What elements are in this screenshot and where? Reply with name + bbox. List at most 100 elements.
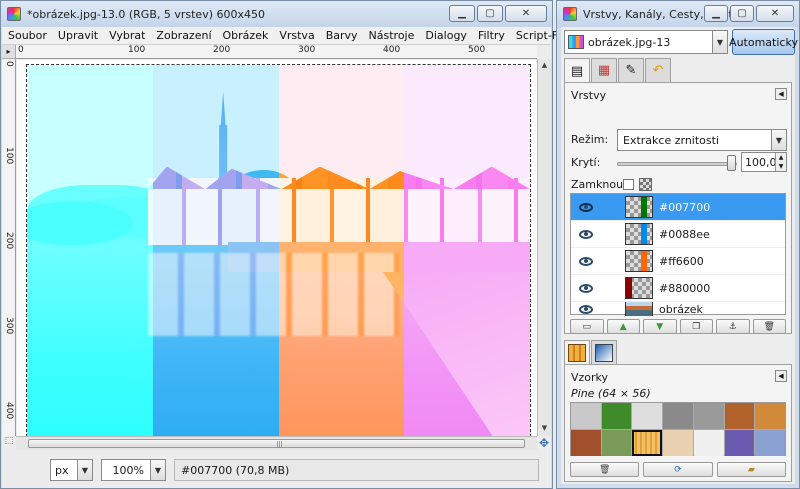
tab-layers[interactable]: ▤ (564, 58, 590, 83)
delete-layer-button[interactable]: 🗑 (752, 319, 786, 334)
spin-arrows-icon[interactable]: ▲ ▼ (775, 153, 786, 171)
image-canvas[interactable] (17, 60, 537, 442)
navigate-icon[interactable]: ✥ (538, 436, 550, 450)
maximize-button[interactable]: ▢ (477, 5, 503, 22)
horizontal-scrollbar[interactable]: ||| (16, 436, 537, 450)
menu-filtry[interactable]: Filtry (478, 29, 505, 42)
menu-obrazek[interactable]: Obrázek (223, 29, 269, 42)
chain-slot[interactable] (603, 224, 625, 244)
layer-row[interactable]: #880000 (571, 275, 785, 302)
chain-slot[interactable] (603, 197, 625, 217)
opacity-slider-handle[interactable] (727, 155, 736, 171)
tab-gradients[interactable] (591, 340, 617, 364)
minimize-button[interactable]: ▁ (449, 5, 475, 22)
pattern-swatch[interactable] (755, 403, 785, 429)
horizontal-scroll-thumb[interactable]: ||| (28, 439, 525, 448)
pattern-swatch[interactable] (601, 430, 632, 456)
menu-barvy[interactable]: Barvy (326, 29, 358, 42)
chain-slot[interactable] (603, 278, 625, 298)
pattern-swatch[interactable] (571, 430, 601, 456)
auto-button[interactable]: Automaticky (729, 29, 798, 55)
layer-row[interactable]: #ff6600 (571, 248, 785, 275)
zoom-select[interactable]: 100% ▼ (101, 459, 166, 481)
eye-icon[interactable] (579, 202, 593, 212)
maximize-button[interactable]: ▢ (730, 5, 754, 22)
vertical-ruler[interactable]: 0 100 200 300 400 (2, 59, 16, 436)
layer-row[interactable]: #007700 (571, 194, 785, 221)
dock-titlebar[interactable]: Vrstvy, Kanály, Cesty, Zpět... ▁ ▢ ✕ (557, 1, 799, 27)
menu-dialogy[interactable]: Dialogy (425, 29, 467, 42)
quick-mask-icon[interactable]: ⬚ (2, 436, 16, 450)
chevron-down-icon[interactable]: ▼ (712, 31, 727, 53)
eye-icon[interactable] (579, 229, 593, 239)
lower-layer-button[interactable]: ▼ (643, 319, 677, 334)
menu-arrow-icon[interactable]: ▸ (2, 45, 16, 59)
chevron-down-icon[interactable]: ▼ (150, 460, 165, 480)
layer-list[interactable]: #007700 #0088ee #ff6600 #880000 obrázek (570, 193, 786, 316)
menu-vrstva[interactable]: Vrstva (279, 29, 314, 42)
scroll-down-icon[interactable]: ▼ (539, 424, 550, 434)
gimp-app-icon (563, 7, 577, 21)
menu-zobrazeni[interactable]: Zobrazení (156, 29, 211, 42)
duplicate-layer-button[interactable]: ❐ (679, 319, 713, 334)
delete-pattern-button[interactable]: 🗑 (570, 462, 640, 477)
tab-paths[interactable]: ✎ (618, 58, 644, 82)
pattern-swatch[interactable] (693, 403, 724, 429)
pattern-swatch[interactable] (724, 430, 755, 456)
eye-icon[interactable] (579, 283, 593, 293)
chevron-down-icon[interactable]: ▼ (77, 460, 92, 480)
minimize-button[interactable]: ▁ (704, 5, 728, 22)
layer-row[interactable]: #0088ee (571, 221, 785, 248)
pattern-swatch[interactable] (632, 430, 663, 456)
horizontal-ruler[interactable]: 0 100 200 300 400 500 (16, 45, 537, 59)
panel-menu-icon[interactable]: ◀ (775, 370, 787, 382)
pattern-swatch[interactable] (724, 403, 755, 429)
refresh-patterns-button[interactable]: ⟳ (643, 462, 713, 477)
unit-select[interactable]: px ▼ (50, 459, 93, 481)
undo-icon: ↶ (652, 63, 664, 78)
layer-row[interactable]: obrázek (571, 302, 785, 316)
image-content[interactable] (26, 64, 531, 442)
scroll-up-icon[interactable]: ▲ (539, 61, 550, 71)
menu-vybrat[interactable]: Vybrat (109, 29, 145, 42)
ruler-v-tick: 200 (4, 232, 14, 250)
pattern-swatch[interactable] (693, 430, 724, 456)
anchor-layer-button[interactable]: ⚓ (716, 319, 750, 334)
layer-thumbnail (625, 302, 653, 316)
lock-pixels-checkbox[interactable] (623, 179, 634, 190)
pattern-grid[interactable] (570, 402, 786, 456)
opacity-slider[interactable] (617, 162, 737, 166)
open-pattern-folder-button[interactable]: ▰ (716, 462, 786, 477)
pattern-swatch[interactable] (632, 403, 663, 429)
opacity-label: Krytí: (571, 156, 601, 169)
pattern-swatch[interactable] (755, 430, 785, 456)
image-window-titlebar[interactable]: *obrázek.jpg-13.0 (RGB, 5 vrstev) 600x45… (1, 1, 552, 27)
menu-upravit[interactable]: Upravit (58, 29, 98, 42)
chain-slot[interactable] (603, 302, 625, 316)
tab-undo[interactable]: ↶ (645, 58, 671, 82)
pattern-swatch[interactable] (663, 403, 693, 429)
eye-icon[interactable] (579, 304, 593, 314)
image-select[interactable]: obrázek.jpg-13 ▼ (564, 30, 728, 54)
menu-nastroje[interactable]: Nástroje (369, 29, 415, 42)
tab-patterns[interactable] (564, 340, 590, 365)
pattern-swatch[interactable] (601, 403, 632, 429)
pattern-swatch[interactable] (663, 430, 693, 456)
close-button[interactable]: ✕ (756, 5, 794, 22)
panel-menu-icon[interactable]: ◀ (775, 88, 787, 100)
chain-slot[interactable] (603, 251, 625, 271)
trash-icon: 🗑 (763, 321, 775, 332)
tab-channels[interactable]: ▦ (591, 58, 617, 82)
vertical-scrollbar[interactable]: ▲ ▼ (537, 59, 551, 436)
raise-layer-button[interactable]: ▲ (606, 319, 640, 334)
close-button[interactable]: ✕ (505, 5, 547, 22)
chevron-down-icon[interactable]: ▼ (771, 130, 786, 150)
lock-alpha-icon[interactable] (639, 178, 652, 191)
opacity-spinbox[interactable]: 100,0 ▲ ▼ (741, 152, 787, 172)
new-layer-button[interactable]: ▭ (570, 319, 604, 334)
layers-panel: Vrstvy ◀ Režim: Extrakce zrnitosti ▼ Kry… (564, 82, 792, 334)
pattern-swatch[interactable] (571, 403, 601, 429)
eye-icon[interactable] (579, 256, 593, 266)
menu-soubor[interactable]: Soubor (8, 29, 47, 42)
mode-select[interactable]: Extrakce zrnitosti ▼ (617, 129, 787, 151)
